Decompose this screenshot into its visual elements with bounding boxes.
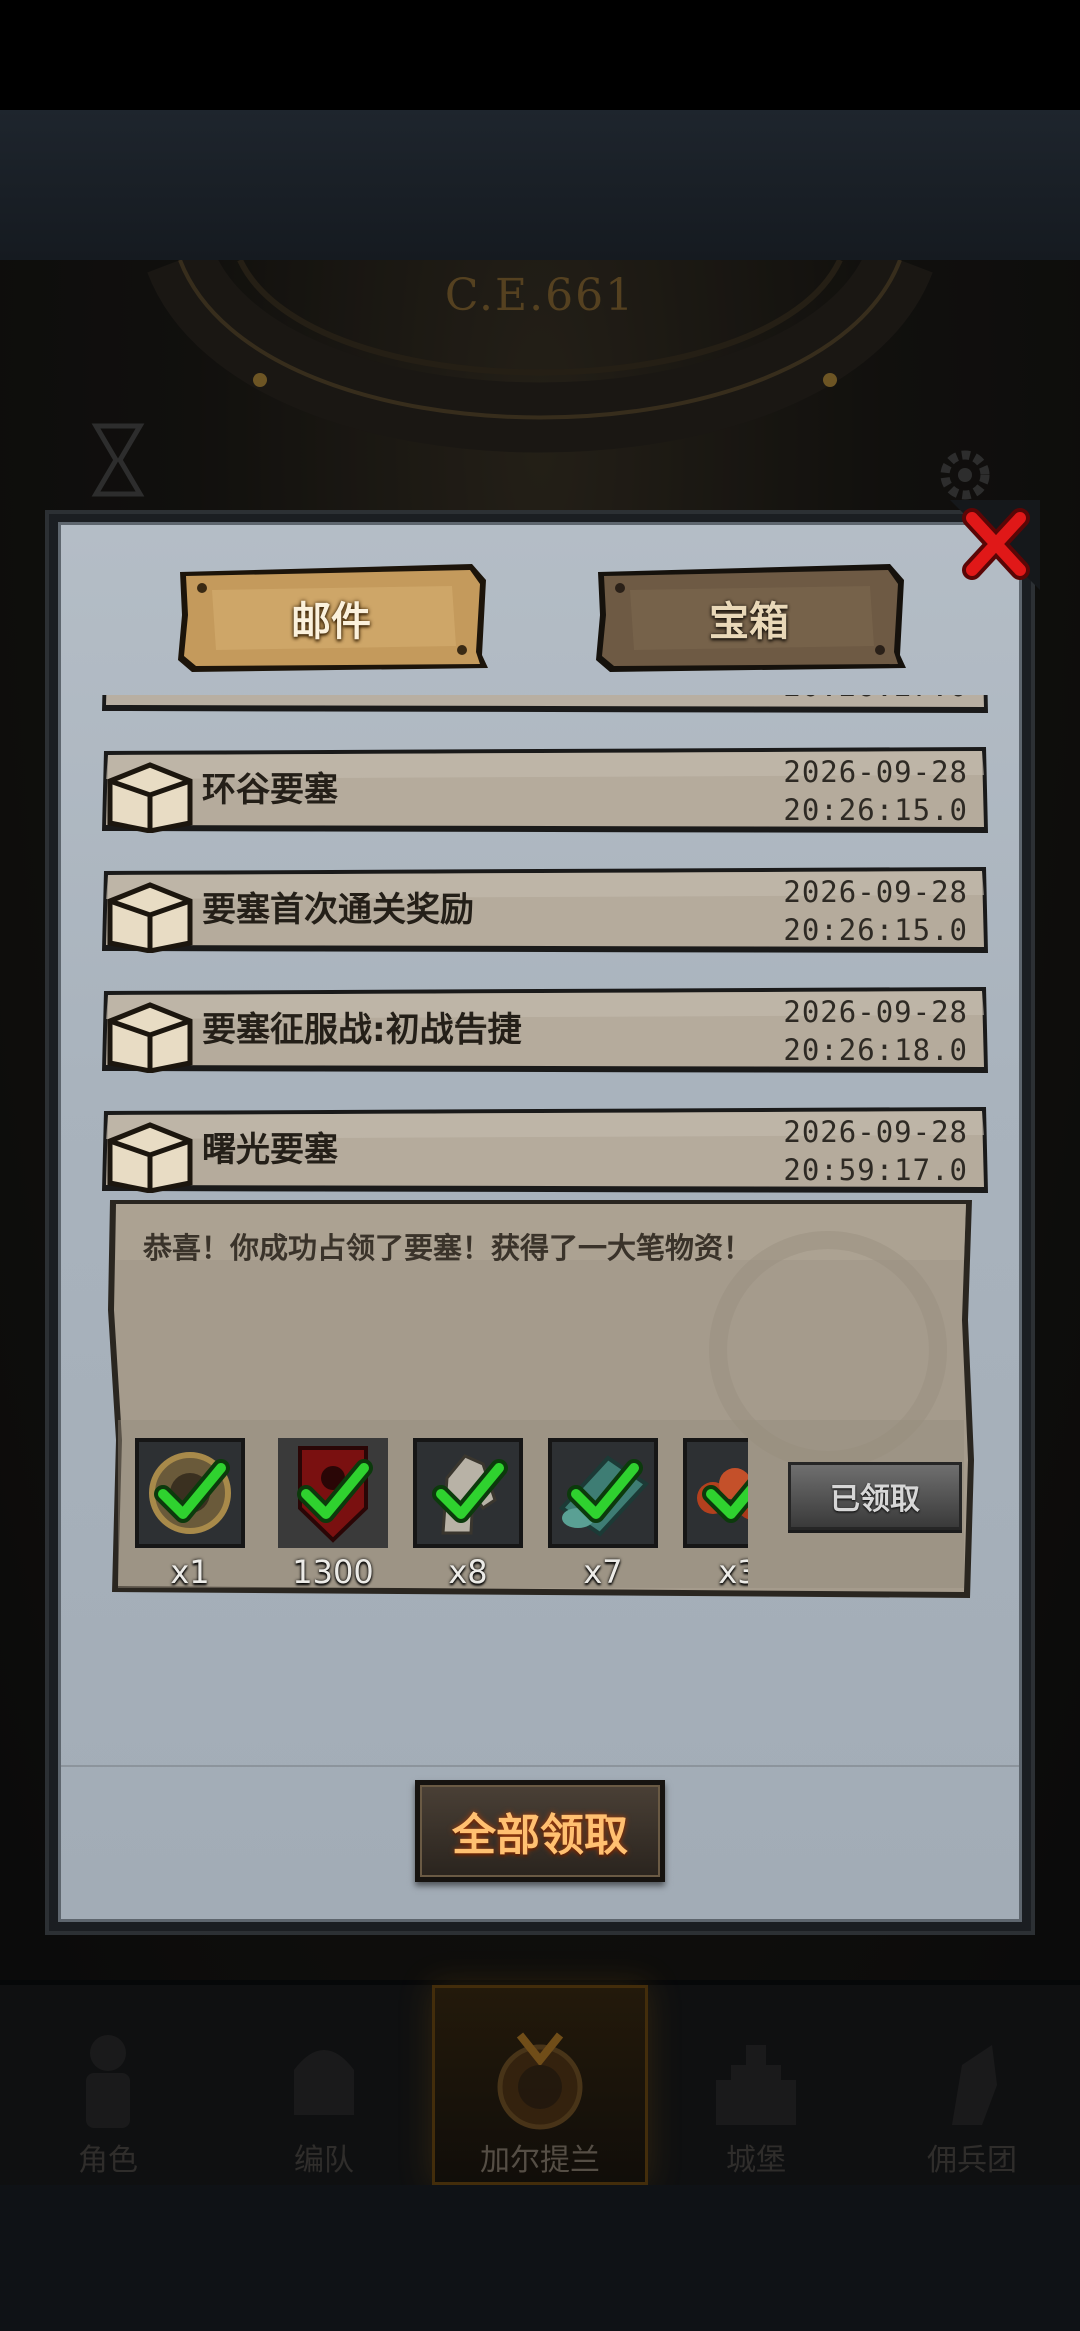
mail-date-day: 2026-09-28 — [783, 875, 968, 909]
tab-mail[interactable]: 邮件 — [172, 560, 490, 675]
mail-row-partial[interactable]: 20:26:27.0 — [100, 695, 990, 715]
tab-mail-label: 邮件 — [291, 598, 371, 645]
reward-clip: x3 — [683, 1438, 748, 1598]
claim-all-button[interactable]: 全部领取 — [415, 1780, 665, 1882]
mail-title: 曙光要塞 — [202, 1130, 338, 1170]
mail-row[interactable]: 要塞征服战:初战告捷 2026-09-28 20:26:18.0 — [100, 985, 990, 1075]
mail-date: 2026-09-28 20:26:18.0 — [783, 993, 968, 1069]
reward-count: x8 — [448, 1553, 488, 1591]
mail-row[interactable]: 要塞首次通关奖励 2026-09-28 20:26:15.0 — [100, 865, 990, 955]
mail-date: 2026-09-28 20:26:15.0 — [783, 753, 968, 829]
mail-date: 2026-09-28 20:59:17.0 — [783, 1113, 968, 1189]
mail-date-day: 2026-09-28 — [783, 1115, 968, 1149]
reward-count: x7 — [583, 1553, 623, 1591]
mail-list[interactable]: 20:26:27.0 环谷要塞 2026-09-28 20:26:15.0 要塞… — [100, 695, 990, 1615]
tab-chest-label: 宝箱 — [709, 598, 789, 645]
mail-row[interactable]: 环谷要塞 2026-09-28 20:26:15.0 — [100, 745, 990, 835]
chest-icon — [107, 1002, 193, 1073]
mail-title: 要塞首次通关奖励 — [202, 890, 474, 930]
reward-count: x3 — [718, 1553, 748, 1591]
mail-date-time: 20:26:15.0 — [783, 793, 968, 827]
mail-date-day: 2026-09-28 — [783, 995, 968, 1029]
mail-date-time: 20:59:17.0 — [783, 1153, 968, 1187]
mail-date-time: 20:26:15.0 — [783, 913, 968, 947]
banner-shield-icon — [278, 1438, 388, 1548]
mail-body-text: 恭喜！你成功占领了要塞！获得了一大笔物资！ — [143, 1231, 753, 1265]
claimed-button[interactable]: 已领取 — [788, 1462, 962, 1530]
mail-content-panel: 恭喜！你成功占领了要塞！获得了一大笔物资！ x1 1300 x8 x7 x3 已… — [108, 1200, 974, 1600]
meat-icon — [683, 1438, 748, 1548]
mail-row-expanded[interactable]: 曙光要塞 2026-09-28 20:59:17.0 — [100, 1105, 990, 1195]
close-icon[interactable] — [950, 500, 1040, 590]
chest-icon — [107, 882, 193, 953]
mail-time: 20:26:27.0 — [783, 695, 968, 705]
reward-count: x1 — [170, 1553, 210, 1591]
reward-count: 1300 — [292, 1553, 374, 1591]
mail-title: 要塞征服战:初战告捷 — [202, 1010, 522, 1050]
mail-date-day: 2026-09-28 — [783, 755, 968, 789]
status-bar — [0, 0, 1080, 110]
chest-icon — [107, 1122, 193, 1193]
mail-date-time: 20:26:18.0 — [783, 1033, 968, 1067]
chest-icon — [107, 762, 193, 833]
compass-medal-icon — [135, 1438, 245, 1548]
tab-chest[interactable]: 宝箱 — [590, 560, 908, 675]
top-header-strip — [0, 110, 1080, 260]
mail-date: 2026-09-28 20:26:15.0 — [783, 873, 968, 949]
bottom-strip — [0, 2185, 1080, 2331]
mail-title: 环谷要塞 — [202, 770, 338, 810]
cloth-roll-icon — [548, 1438, 658, 1548]
horse-head-icon — [413, 1438, 523, 1548]
